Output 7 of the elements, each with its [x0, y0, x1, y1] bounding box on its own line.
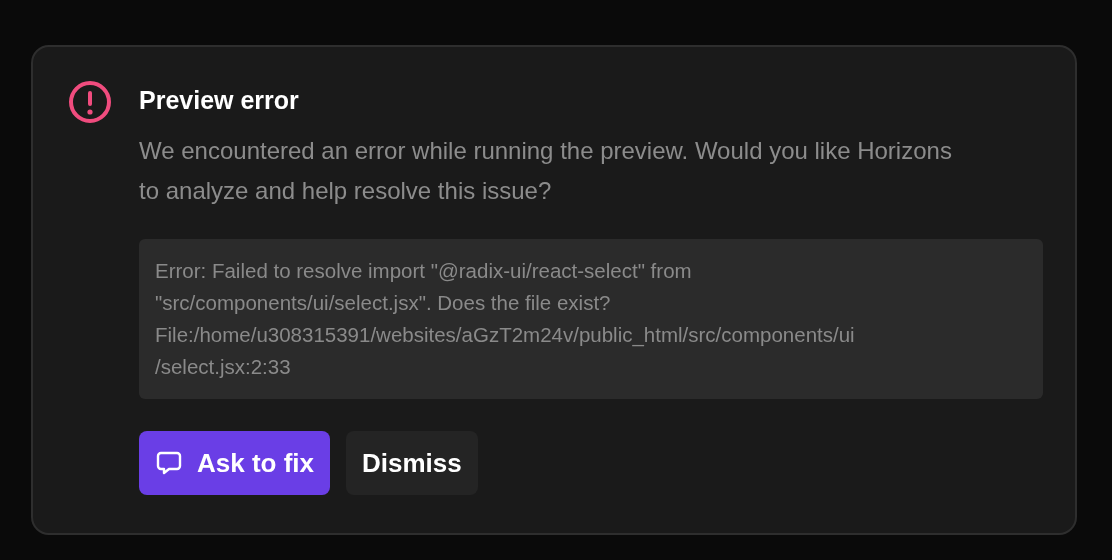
- alert-icon: [68, 80, 112, 124]
- chat-bubble-icon: [155, 449, 183, 477]
- ask-to-fix-button[interactable]: Ask to fix: [139, 431, 331, 495]
- dialog-title: Preview error: [139, 86, 300, 115]
- error-message: We encountered an error while running the preview. Would you like Horizons to analyze and help resolve this issue?: [139, 136, 953, 206]
- error-details: Error: Failed to resolve import "@radix-ui/react-select" from "src/components/ui/select.jsx". Does the file exist? File:/home/u308315391/websites/aGzT2m24v/public_html/src/components/ui /select.jsx:2:33: [139, 239, 1043, 399]
- dismiss-button[interactable]: Dismiss: [346, 431, 478, 495]
